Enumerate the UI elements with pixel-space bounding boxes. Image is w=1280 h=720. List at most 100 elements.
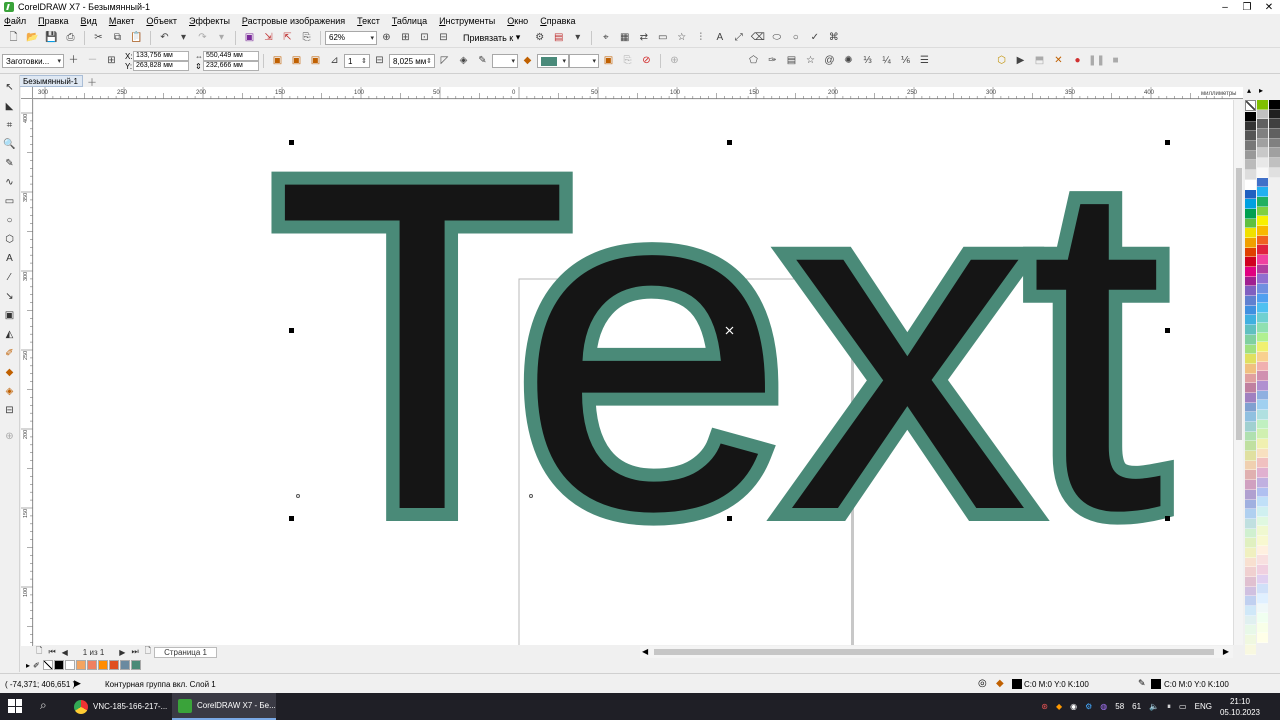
palette-swatch[interactable] (1245, 577, 1256, 587)
palette-swatch[interactable] (1245, 373, 1256, 384)
prev-page-icon[interactable]: ◀ (62, 648, 68, 657)
handle-top-right[interactable] (1165, 140, 1170, 145)
palette-swatch[interactable] (1269, 129, 1280, 139)
ruler-origin[interactable] (21, 87, 33, 99)
copy-contour-icon[interactable]: ⎘ (621, 54, 635, 68)
show-grid-icon[interactable]: ⊡ (418, 31, 432, 45)
connector-icon[interactable]: ⇄ (637, 31, 651, 45)
pen-tool-icon[interactable]: ⬠ (747, 54, 761, 68)
undo-icon[interactable]: ↶ (158, 31, 172, 45)
palette-swatch[interactable] (1257, 487, 1268, 498)
palette-swatch[interactable] (1257, 342, 1268, 352)
contour-outside-icon[interactable]: ▣ (290, 54, 304, 68)
palette-swatch[interactable] (1245, 199, 1256, 209)
palette-swatch[interactable] (1257, 594, 1268, 604)
wrench-icon[interactable]: ✕ (1052, 54, 1066, 68)
list-icon[interactable]: ☰ (918, 54, 932, 68)
palette-swatch[interactable] (1257, 516, 1268, 527)
palette-swatch[interactable] (1245, 150, 1256, 161)
palette-swatch[interactable] (1245, 567, 1256, 577)
language-indicator[interactable]: ENG (1195, 702, 1212, 711)
no-color-swatch[interactable] (42, 660, 53, 670)
palette-swatch[interactable] (1269, 158, 1280, 168)
shape-tool-icon[interactable]: ◣ (3, 99, 17, 113)
x-position-field[interactable]: 133,756 мм (133, 51, 189, 61)
palette-swatch[interactable] (1257, 477, 1268, 488)
next-page-icon[interactable]: ▶ (119, 648, 125, 657)
tray-pause-icon[interactable]: ⏸ (1167, 702, 1171, 712)
palette-menu-icon[interactable]: ▸ (26, 661, 30, 670)
handle-middle-right[interactable] (1165, 328, 1170, 333)
application-launcher-icon[interactable]: ▤ (552, 31, 566, 45)
text-align-icon[interactable]: ⫶ (694, 31, 708, 45)
palette-swatch[interactable] (1257, 603, 1268, 614)
palette-swatch[interactable] (1257, 293, 1268, 304)
palette-swatch[interactable] (1245, 237, 1256, 248)
palette-swatch[interactable] (1257, 390, 1268, 401)
palette-swatch[interactable] (1245, 208, 1256, 219)
target-icon[interactable]: ◎ (978, 678, 987, 689)
palette-swatch[interactable] (1257, 138, 1268, 149)
table-icon[interactable]: ▦ (618, 31, 632, 45)
bezier-icon[interactable]: ✑ (766, 54, 780, 68)
tray-app-icon[interactable]: ⚙ (1085, 702, 1092, 711)
interactive-fill-icon[interactable]: ◆ (3, 365, 17, 379)
palette-swatch[interactable] (1269, 119, 1280, 130)
palette-swatch[interactable] (1257, 313, 1268, 323)
palette-swatch[interactable] (1245, 547, 1256, 558)
palette-swatch[interactable] (1245, 460, 1256, 471)
scroll-right-icon[interactable]: ▶ (1223, 647, 1229, 656)
new-document-icon[interactable]: 🗋 (7, 31, 21, 45)
palette-swatch[interactable] (1257, 100, 1268, 110)
dimension-icon[interactable]: ⤢ (732, 31, 746, 45)
palette-swatch[interactable] (1245, 276, 1256, 287)
stop-icon[interactable]: ■ (1109, 54, 1123, 68)
search-content-icon[interactable]: ▣ (243, 31, 257, 45)
palette-swatch[interactable] (1257, 497, 1268, 507)
no-fill-swatch[interactable] (1245, 100, 1256, 111)
preset-select[interactable]: Заготовки... ▾ (2, 54, 64, 68)
palette-swatch[interactable] (1245, 596, 1256, 607)
palette-swatch[interactable] (1245, 625, 1256, 636)
palette-swatch[interactable] (1257, 458, 1268, 469)
palette-swatch[interactable] (1257, 216, 1268, 226)
handle-bottom-left[interactable] (289, 516, 294, 521)
outline-pen-icon[interactable]: ✎ (1138, 678, 1146, 689)
horizontal-ruler[interactable]: 300 250 200 150 100 50 0 50 100 150 200 250 300 350 40… (33, 87, 1243, 99)
horizontal-scroll-thumb[interactable] (654, 649, 1214, 655)
palette-swatch[interactable] (1257, 371, 1268, 381)
palette-swatch[interactable] (1257, 332, 1268, 343)
volume-icon[interactable]: 🔈 (1149, 702, 1159, 711)
contour-inside-icon[interactable]: ▣ (271, 54, 285, 68)
redo-icon[interactable]: ↷ (196, 31, 210, 45)
spiral-icon[interactable]: @ (823, 54, 837, 68)
palette-swatch[interactable] (1245, 412, 1256, 422)
palette-swatch[interactable] (1257, 535, 1268, 546)
palette-swatch[interactable] (1257, 158, 1268, 168)
show-guides-icon[interactable]: ⊟ (437, 31, 451, 45)
palette-swatch[interactable] (1257, 506, 1268, 517)
tray-app-icon[interactable]: ◆ (1056, 702, 1062, 711)
menu-file[interactable]: Файл (4, 16, 26, 26)
scroll-left-icon[interactable]: ◀ (642, 647, 648, 656)
minimize-button[interactable]: – (1214, 0, 1236, 14)
palette-swatch[interactable] (1257, 565, 1268, 575)
network-icon[interactable]: ▭ (1179, 702, 1187, 711)
pick-tool-icon[interactable]: ↖ (3, 80, 17, 94)
menu-window[interactable]: Окно (507, 16, 528, 26)
palette-swatch[interactable] (1269, 100, 1280, 110)
ratio-alt-icon[interactable]: ⅙ (899, 54, 913, 68)
palette-swatch[interactable] (1257, 419, 1268, 430)
doc-swatch[interactable] (53, 660, 64, 670)
export-icon[interactable]: ⇱ (281, 31, 295, 45)
palette-swatch[interactable] (1245, 179, 1256, 190)
palette-swatch[interactable] (1245, 615, 1256, 626)
import-icon[interactable]: ⇲ (262, 31, 276, 45)
launcher-dropdown-icon[interactable]: ▾ (571, 31, 585, 45)
macro-icon[interactable]: ⬡ (995, 54, 1009, 68)
ratio-icon[interactable]: ¼ (880, 54, 894, 68)
contour-center-icon[interactable]: ▣ (309, 54, 323, 68)
palette-swatch[interactable] (1245, 218, 1256, 229)
options-icon[interactable]: ⚙ (533, 31, 547, 45)
palette-menu-icon[interactable]: ▸ (1259, 86, 1263, 95)
